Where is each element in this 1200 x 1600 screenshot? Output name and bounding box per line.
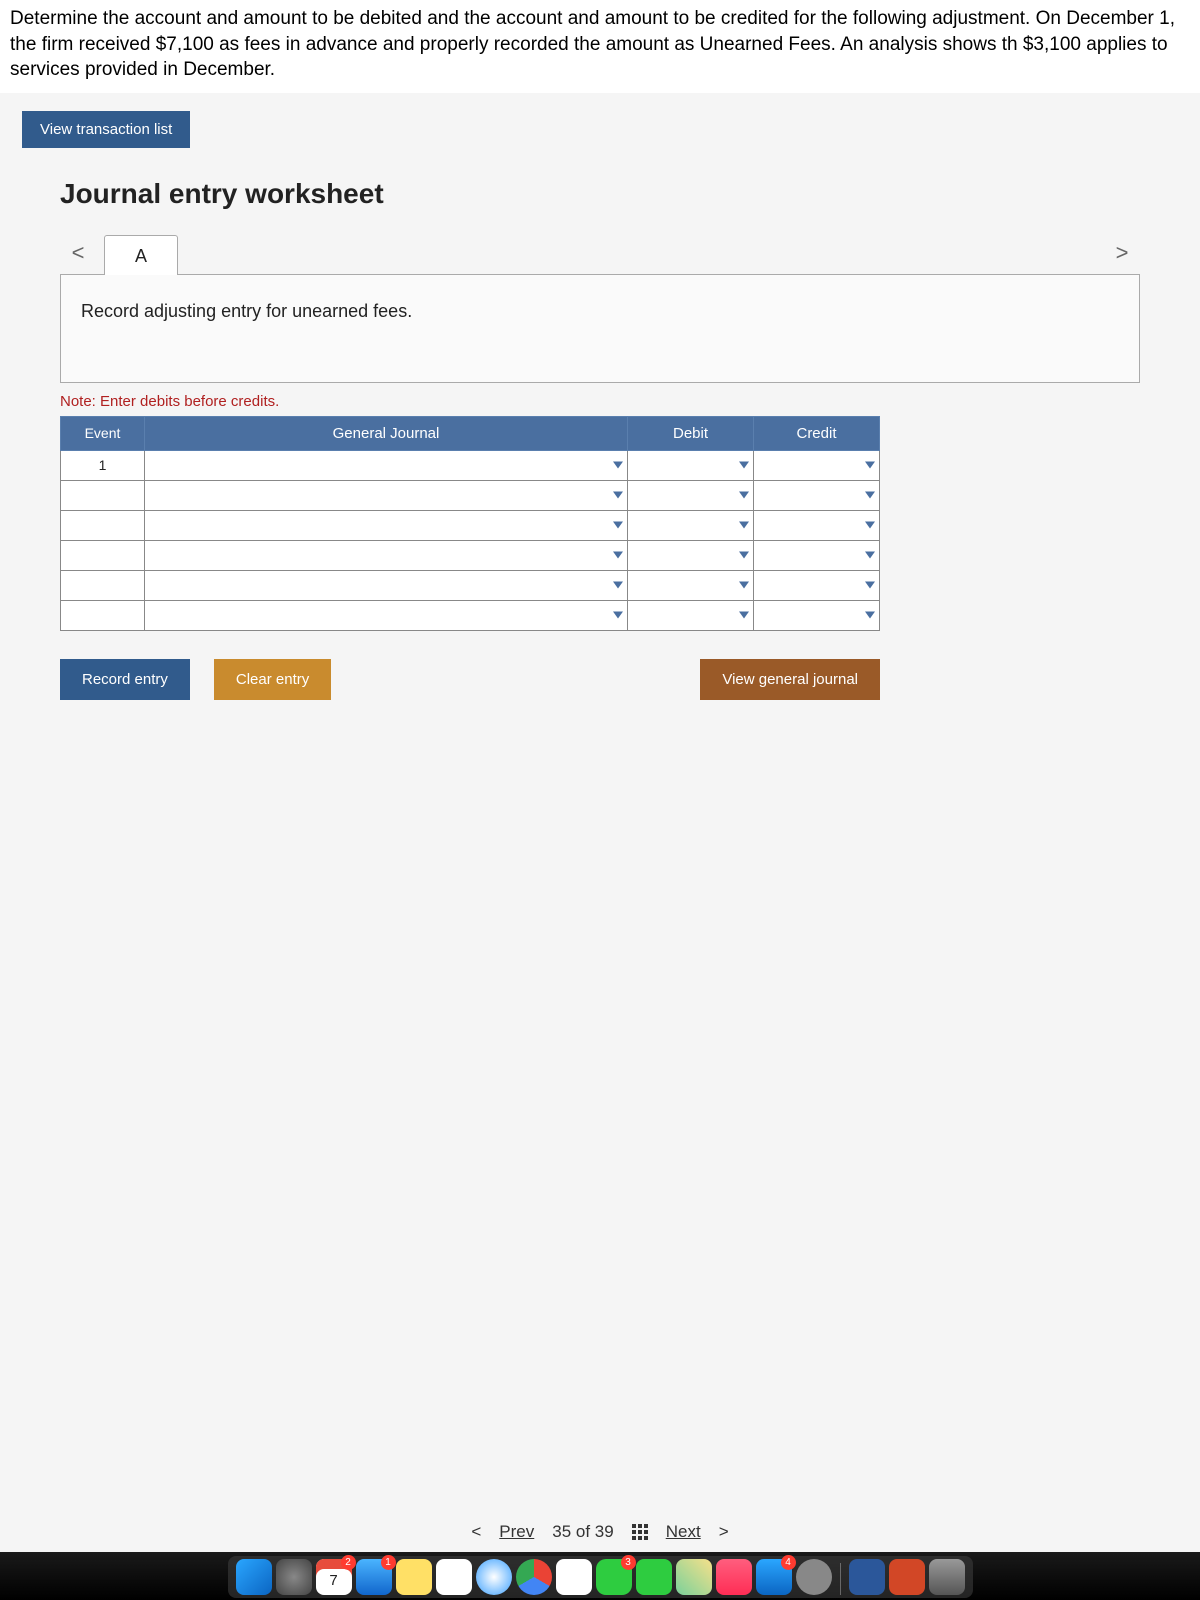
- music-icon[interactable]: [716, 1559, 752, 1595]
- table-row: [61, 510, 880, 540]
- pager-prev-link[interactable]: Prev: [499, 1522, 534, 1542]
- debit-cell[interactable]: [628, 510, 754, 540]
- appstore-icon[interactable]: 4: [756, 1559, 792, 1595]
- debit-cell[interactable]: [628, 540, 754, 570]
- journal-entry-table: Event General Journal Debit Credit 1: [60, 416, 880, 631]
- maps-icon[interactable]: [676, 1559, 712, 1595]
- trash-icon[interactable]: [929, 1559, 965, 1595]
- chevron-down-icon: [613, 552, 623, 559]
- table-row: [61, 540, 880, 570]
- account-dropdown[interactable]: [145, 450, 628, 480]
- dock-container: MAR 7 2 1 3 4: [228, 1556, 973, 1598]
- table-row: 1: [61, 450, 880, 480]
- header-credit: Credit: [754, 416, 880, 450]
- chevron-down-icon: [865, 522, 875, 529]
- table-row: [61, 600, 880, 630]
- question-pager: < Prev 35 of 39 Next >: [0, 1522, 1200, 1542]
- pager-next-link[interactable]: Next: [666, 1522, 701, 1542]
- credit-cell[interactable]: [754, 480, 880, 510]
- account-dropdown[interactable]: [145, 540, 628, 570]
- calendar-day-label: 7: [316, 1572, 352, 1590]
- badge: 1: [381, 1555, 396, 1570]
- chevron-down-icon: [739, 552, 749, 559]
- event-cell: [61, 570, 145, 600]
- account-dropdown[interactable]: [145, 570, 628, 600]
- tab-a[interactable]: A: [104, 235, 178, 275]
- notes-icon[interactable]: [396, 1559, 432, 1595]
- chevron-down-icon: [865, 612, 875, 619]
- chevron-down-icon: [613, 492, 623, 499]
- chevron-down-icon: [739, 492, 749, 499]
- dock-separator: [840, 1563, 841, 1595]
- messages-icon[interactable]: 3: [596, 1559, 632, 1595]
- chevron-down-icon: [739, 522, 749, 529]
- debit-cell[interactable]: [628, 450, 754, 480]
- table-row: [61, 570, 880, 600]
- badge: 3: [621, 1555, 636, 1570]
- chevron-down-icon: [865, 492, 875, 499]
- chrome-icon[interactable]: [516, 1559, 552, 1595]
- tab-prev-arrow[interactable]: <: [60, 232, 96, 274]
- safari-icon[interactable]: [476, 1559, 512, 1595]
- chevron-down-icon: [613, 612, 623, 619]
- chevron-down-icon: [739, 462, 749, 469]
- chevron-down-icon: [865, 552, 875, 559]
- credit-cell[interactable]: [754, 540, 880, 570]
- event-cell: [61, 510, 145, 540]
- instruction-box: Record adjusting entry for unearned fees…: [60, 274, 1140, 383]
- chevron-down-icon: [613, 462, 623, 469]
- question-text: Determine the account and amount to be d…: [0, 0, 1200, 93]
- launchpad-icon[interactable]: [276, 1559, 312, 1595]
- grid-icon[interactable]: [632, 1524, 648, 1540]
- view-general-journal-button[interactable]: View general journal: [700, 659, 880, 700]
- account-dropdown[interactable]: [145, 510, 628, 540]
- debits-before-credits-note: Note: Enter debits before credits.: [60, 393, 1140, 410]
- powerpoint-icon[interactable]: [889, 1559, 925, 1595]
- header-debit: Debit: [628, 416, 754, 450]
- view-transaction-list-button[interactable]: View transaction list: [22, 111, 190, 148]
- clear-entry-button[interactable]: Clear entry: [214, 659, 331, 700]
- event-cell: [61, 480, 145, 510]
- photos-icon[interactable]: [556, 1559, 592, 1595]
- worksheet-title: Journal entry worksheet: [60, 178, 1200, 210]
- debit-cell[interactable]: [628, 570, 754, 600]
- event-cell: [61, 600, 145, 630]
- header-event: Event: [61, 416, 145, 450]
- account-dropdown[interactable]: [145, 480, 628, 510]
- reminders-icon[interactable]: [436, 1559, 472, 1595]
- pager-prev-icon[interactable]: <: [471, 1522, 481, 1542]
- chevron-down-icon: [739, 612, 749, 619]
- record-entry-button[interactable]: Record entry: [60, 659, 190, 700]
- event-cell: [61, 540, 145, 570]
- mail-icon[interactable]: 1: [356, 1559, 392, 1595]
- badge: 2: [341, 1555, 356, 1570]
- word-icon[interactable]: [849, 1559, 885, 1595]
- worksheet-tab-nav: < A >: [60, 232, 1140, 274]
- calendar-icon[interactable]: MAR 7 2: [316, 1559, 352, 1595]
- facetime-icon[interactable]: [636, 1559, 672, 1595]
- credit-cell[interactable]: [754, 570, 880, 600]
- header-general-journal: General Journal: [145, 416, 628, 450]
- credit-cell[interactable]: [754, 600, 880, 630]
- chevron-down-icon: [613, 582, 623, 589]
- chevron-down-icon: [739, 582, 749, 589]
- debit-cell[interactable]: [628, 480, 754, 510]
- badge: 4: [781, 1555, 796, 1570]
- account-dropdown[interactable]: [145, 600, 628, 630]
- table-row: [61, 480, 880, 510]
- debit-cell[interactable]: [628, 600, 754, 630]
- tab-next-arrow[interactable]: >: [1104, 232, 1140, 274]
- macos-dock: MAR 7 2 1 3 4: [0, 1552, 1200, 1600]
- chevron-down-icon: [865, 582, 875, 589]
- credit-cell[interactable]: [754, 450, 880, 480]
- chevron-down-icon: [865, 462, 875, 469]
- finder-icon[interactable]: [236, 1559, 272, 1595]
- credit-cell[interactable]: [754, 510, 880, 540]
- pager-position: 35 of 39: [552, 1522, 613, 1542]
- event-cell: 1: [61, 450, 145, 480]
- pager-next-icon[interactable]: >: [719, 1522, 729, 1542]
- chevron-down-icon: [613, 522, 623, 529]
- action-row: Record entry Clear entry View general jo…: [60, 659, 880, 700]
- settings-icon[interactable]: [796, 1559, 832, 1595]
